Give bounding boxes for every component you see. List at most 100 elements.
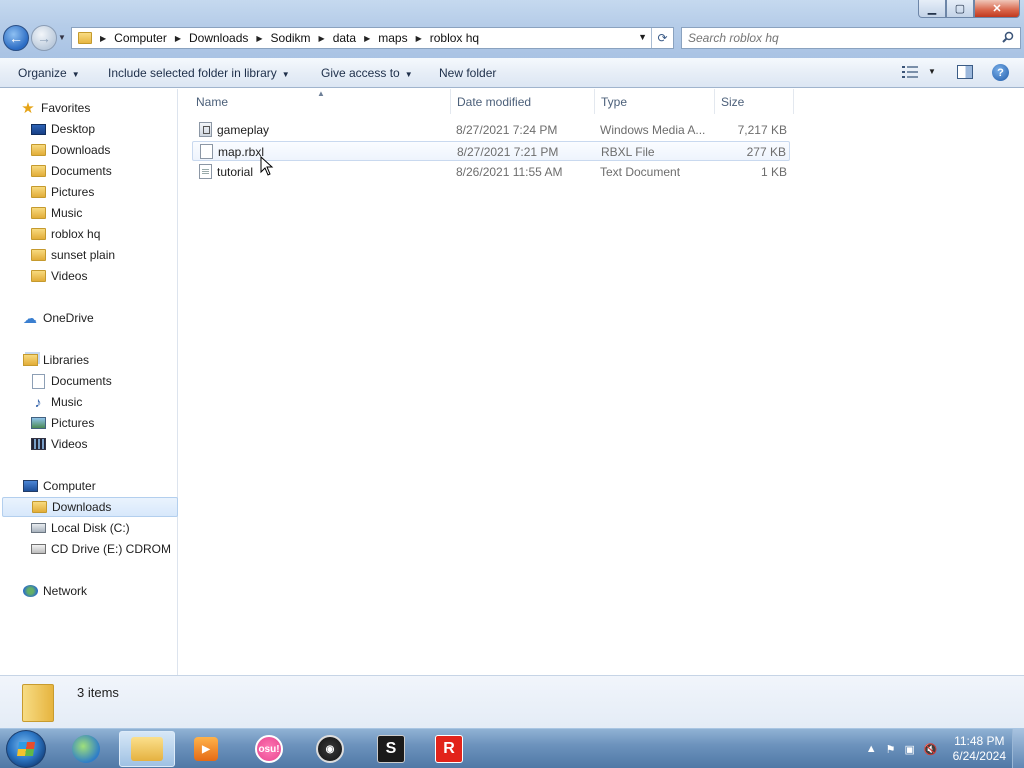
file-row[interactable]: tutorial 8/26/2021 11:55 AM Text Documen…: [192, 162, 790, 182]
music-note-icon: ♪: [34, 394, 42, 410]
pictures-folder-icon: [30, 186, 46, 198]
change-view-icon[interactable]: [902, 66, 918, 78]
taskbar-internet-explorer[interactable]: [58, 731, 114, 767]
system-tray: ▲ ⚑ ▣ 🔇 11:48 PM 6/24/2024: [866, 729, 1024, 768]
breadcrumb-separator-icon[interactable]: ▶: [416, 34, 422, 43]
forward-button[interactable]: →: [31, 25, 57, 51]
forward-arrow-icon: →: [37, 30, 51, 46]
file-date: 8/27/2021 7:24 PM: [456, 123, 558, 137]
breadcrumb-separator-icon[interactable]: ▶: [175, 34, 181, 43]
network-tray-icon[interactable]: ▣: [905, 743, 915, 756]
action-center-flag-icon[interactable]: ⚑: [886, 743, 896, 756]
folder-icon: [22, 684, 54, 722]
file-type: RBXL File: [601, 145, 655, 159]
taskbar-app-s[interactable]: S: [363, 731, 419, 767]
address-history-dropdown[interactable]: ▼: [638, 32, 647, 42]
view-options-dropdown[interactable]: ▼: [928, 67, 936, 76]
breadcrumb-roblox-hq[interactable]: roblox hq: [430, 31, 479, 45]
sort-ascending-icon: ▲: [317, 89, 325, 98]
nav-computer-downloads[interactable]: Downloads: [2, 497, 178, 517]
breadcrumb-sodikm[interactable]: Sodikm: [271, 31, 311, 45]
organize-menu[interactable]: Organize ▼: [18, 66, 80, 80]
taskbar-file-explorer[interactable]: [119, 731, 175, 767]
file-type: Windows Media A...: [600, 123, 706, 137]
breadcrumb-downloads[interactable]: Downloads: [189, 31, 248, 45]
file-date: 8/26/2021 11:55 AM: [456, 165, 563, 179]
column-header-type[interactable]: Type: [595, 89, 715, 114]
file-list: Name ▲ Date modified Type Size gameplay …: [179, 89, 1024, 675]
nav-network[interactable]: Network: [22, 581, 198, 601]
search-icon[interactable]: [1002, 31, 1014, 43]
documents-library-icon: [31, 373, 45, 389]
star-icon: ★: [21, 100, 35, 117]
file-name: map.rbxl: [218, 145, 265, 159]
file-size: 277 KB: [746, 145, 786, 159]
breadcrumb: ▶ Computer ▶ Downloads ▶ Sodikm ▶ data ▶…: [92, 31, 479, 45]
search-box[interactable]: [681, 27, 1021, 49]
file-row[interactable]: map.rbxl 8/27/2021 7:21 PM RBXL File 277…: [192, 141, 790, 161]
chevron-down-icon: ▼: [71, 70, 80, 79]
network-icon: [22, 585, 38, 597]
back-button[interactable]: ←: [3, 25, 29, 51]
window-titlebar: ▁ ▢ ✕ ← → ▼ ▶ Computer ▶ Downloads ▶ Sod…: [0, 0, 1024, 58]
show-hidden-icons-icon[interactable]: ▲: [866, 743, 877, 755]
chevron-down-icon: ▼: [281, 70, 290, 79]
refresh-icon: ⟳: [657, 31, 668, 45]
nav-computer[interactable]: Computer: [22, 476, 198, 496]
new-folder-button[interactable]: New folder: [439, 66, 496, 80]
include-in-library-menu[interactable]: Include selected folder in library ▼: [108, 66, 290, 80]
clock[interactable]: 11:48 PM 6/24/2024: [953, 734, 1006, 764]
column-header-size[interactable]: Size: [715, 89, 794, 114]
recent-pages-dropdown[interactable]: ▼: [58, 33, 66, 42]
chevron-down-icon: ▼: [404, 70, 413, 79]
computer-icon: [22, 480, 38, 492]
file-explorer-icon: [131, 737, 163, 761]
breadcrumb-maps[interactable]: maps: [378, 31, 407, 45]
search-input[interactable]: [688, 31, 988, 45]
media-file-icon: [199, 122, 212, 137]
breadcrumb-separator-icon[interactable]: ▶: [319, 34, 325, 43]
volume-muted-icon[interactable]: 🔇: [924, 743, 938, 756]
s-app-icon: S: [377, 735, 405, 763]
file-name: gameplay: [217, 123, 270, 137]
taskbar-osu[interactable]: osu!: [241, 731, 297, 767]
nav-libraries[interactable]: Libraries: [22, 350, 198, 370]
folder-icon: [30, 249, 46, 261]
item-count: 3 items: [77, 685, 119, 700]
obs-icon: ◉: [316, 735, 344, 763]
cd-drive-icon: [30, 544, 46, 554]
give-access-menu[interactable]: Give access to ▼: [321, 66, 413, 80]
breadcrumb-data[interactable]: data: [333, 31, 356, 45]
close-button[interactable]: ✕: [974, 0, 1020, 18]
start-button[interactable]: [6, 730, 46, 768]
address-bar[interactable]: ▶ Computer ▶ Downloads ▶ Sodikm ▶ data ▶…: [71, 27, 674, 49]
cloud-icon: ☁: [23, 309, 37, 326]
breadcrumb-separator-icon[interactable]: ▶: [100, 34, 106, 43]
taskbar-roblox-studio[interactable]: R: [421, 731, 477, 767]
breadcrumb-separator-icon[interactable]: ▶: [364, 34, 370, 43]
minimize-button[interactable]: ▁: [918, 0, 946, 18]
taskbar-obs[interactable]: ◉: [302, 731, 358, 767]
taskbar: ▶ osu! ◉ S R ▲ ⚑ ▣ 🔇 11:48 PM 6/24/2024: [0, 728, 1024, 768]
nav-onedrive[interactable]: ☁ OneDrive: [22, 308, 198, 328]
file-size: 7,217 KB: [737, 123, 787, 137]
breadcrumb-separator-icon[interactable]: ▶: [256, 34, 262, 43]
preview-pane-icon[interactable]: [957, 65, 973, 79]
file-name: tutorial: [217, 165, 254, 179]
help-icon[interactable]: ?: [992, 64, 1009, 81]
file-size: 1 KB: [760, 165, 787, 179]
taskbar-media-player[interactable]: ▶: [178, 731, 234, 767]
column-header-date[interactable]: Date modified: [451, 89, 595, 114]
hard-disk-icon: [30, 523, 46, 533]
maximize-button[interactable]: ▢: [946, 0, 974, 18]
back-arrow-icon: ←: [9, 30, 23, 46]
show-desktop-button[interactable]: [1012, 729, 1024, 768]
breadcrumb-computer[interactable]: Computer: [114, 31, 167, 45]
file-row[interactable]: gameplay 8/27/2021 7:24 PM Windows Media…: [192, 120, 790, 140]
music-folder-icon: [30, 207, 46, 219]
nav-favorites[interactable]: ★ Favorites: [20, 98, 196, 118]
file-type: Text Document: [600, 165, 681, 179]
clock-time: 11:48 PM: [954, 734, 1005, 748]
navigation-pane: ★ Favorites Desktop Downloads Documents P…: [0, 89, 178, 675]
refresh-button[interactable]: ⟳: [651, 28, 673, 48]
